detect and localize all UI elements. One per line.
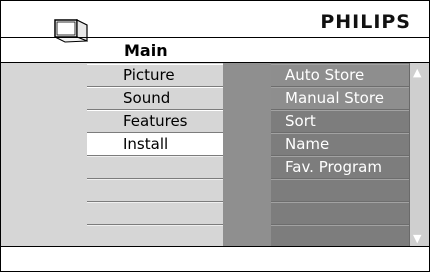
brand-logo: PHILIPS: [320, 11, 411, 33]
submenu-item-fav-program[interactable]: Fav. Program: [271, 156, 409, 179]
menu-item-sound[interactable]: Sound: [87, 87, 223, 110]
tv-menu-window: PHILIPS Main Picture Sound Features Inst…: [0, 0, 430, 272]
submenu-item-empty: [271, 179, 409, 202]
menu-item-empty: [87, 225, 223, 248]
scroll-up-icon[interactable]: ▲: [413, 67, 421, 79]
menu-item-picture[interactable]: Picture: [87, 64, 223, 87]
submenu-item-manual-store[interactable]: Manual Store: [271, 87, 409, 110]
footer-area: [1, 247, 429, 271]
submenu-item-empty: [271, 202, 409, 225]
menu-item-features[interactable]: Features: [87, 110, 223, 133]
menu-item-empty: [87, 156, 223, 179]
scroll-down-icon[interactable]: ▼: [413, 233, 421, 245]
menu-separator-panel: [223, 63, 271, 247]
tv-icon: [54, 19, 88, 43]
submenu-item-sort[interactable]: Sort: [271, 110, 409, 133]
submenu-item-empty: [271, 225, 409, 248]
menu-item-empty: [87, 179, 223, 202]
header-divider: [1, 37, 429, 38]
menu-title: Main: [124, 41, 168, 60]
menu-item-empty: [87, 202, 223, 225]
menu-item-install[interactable]: Install: [87, 133, 223, 156]
submenu-item-name[interactable]: Name: [271, 133, 409, 156]
submenu-item-auto-store[interactable]: Auto Store: [271, 64, 409, 87]
scrollbar[interactable]: [409, 63, 429, 247]
